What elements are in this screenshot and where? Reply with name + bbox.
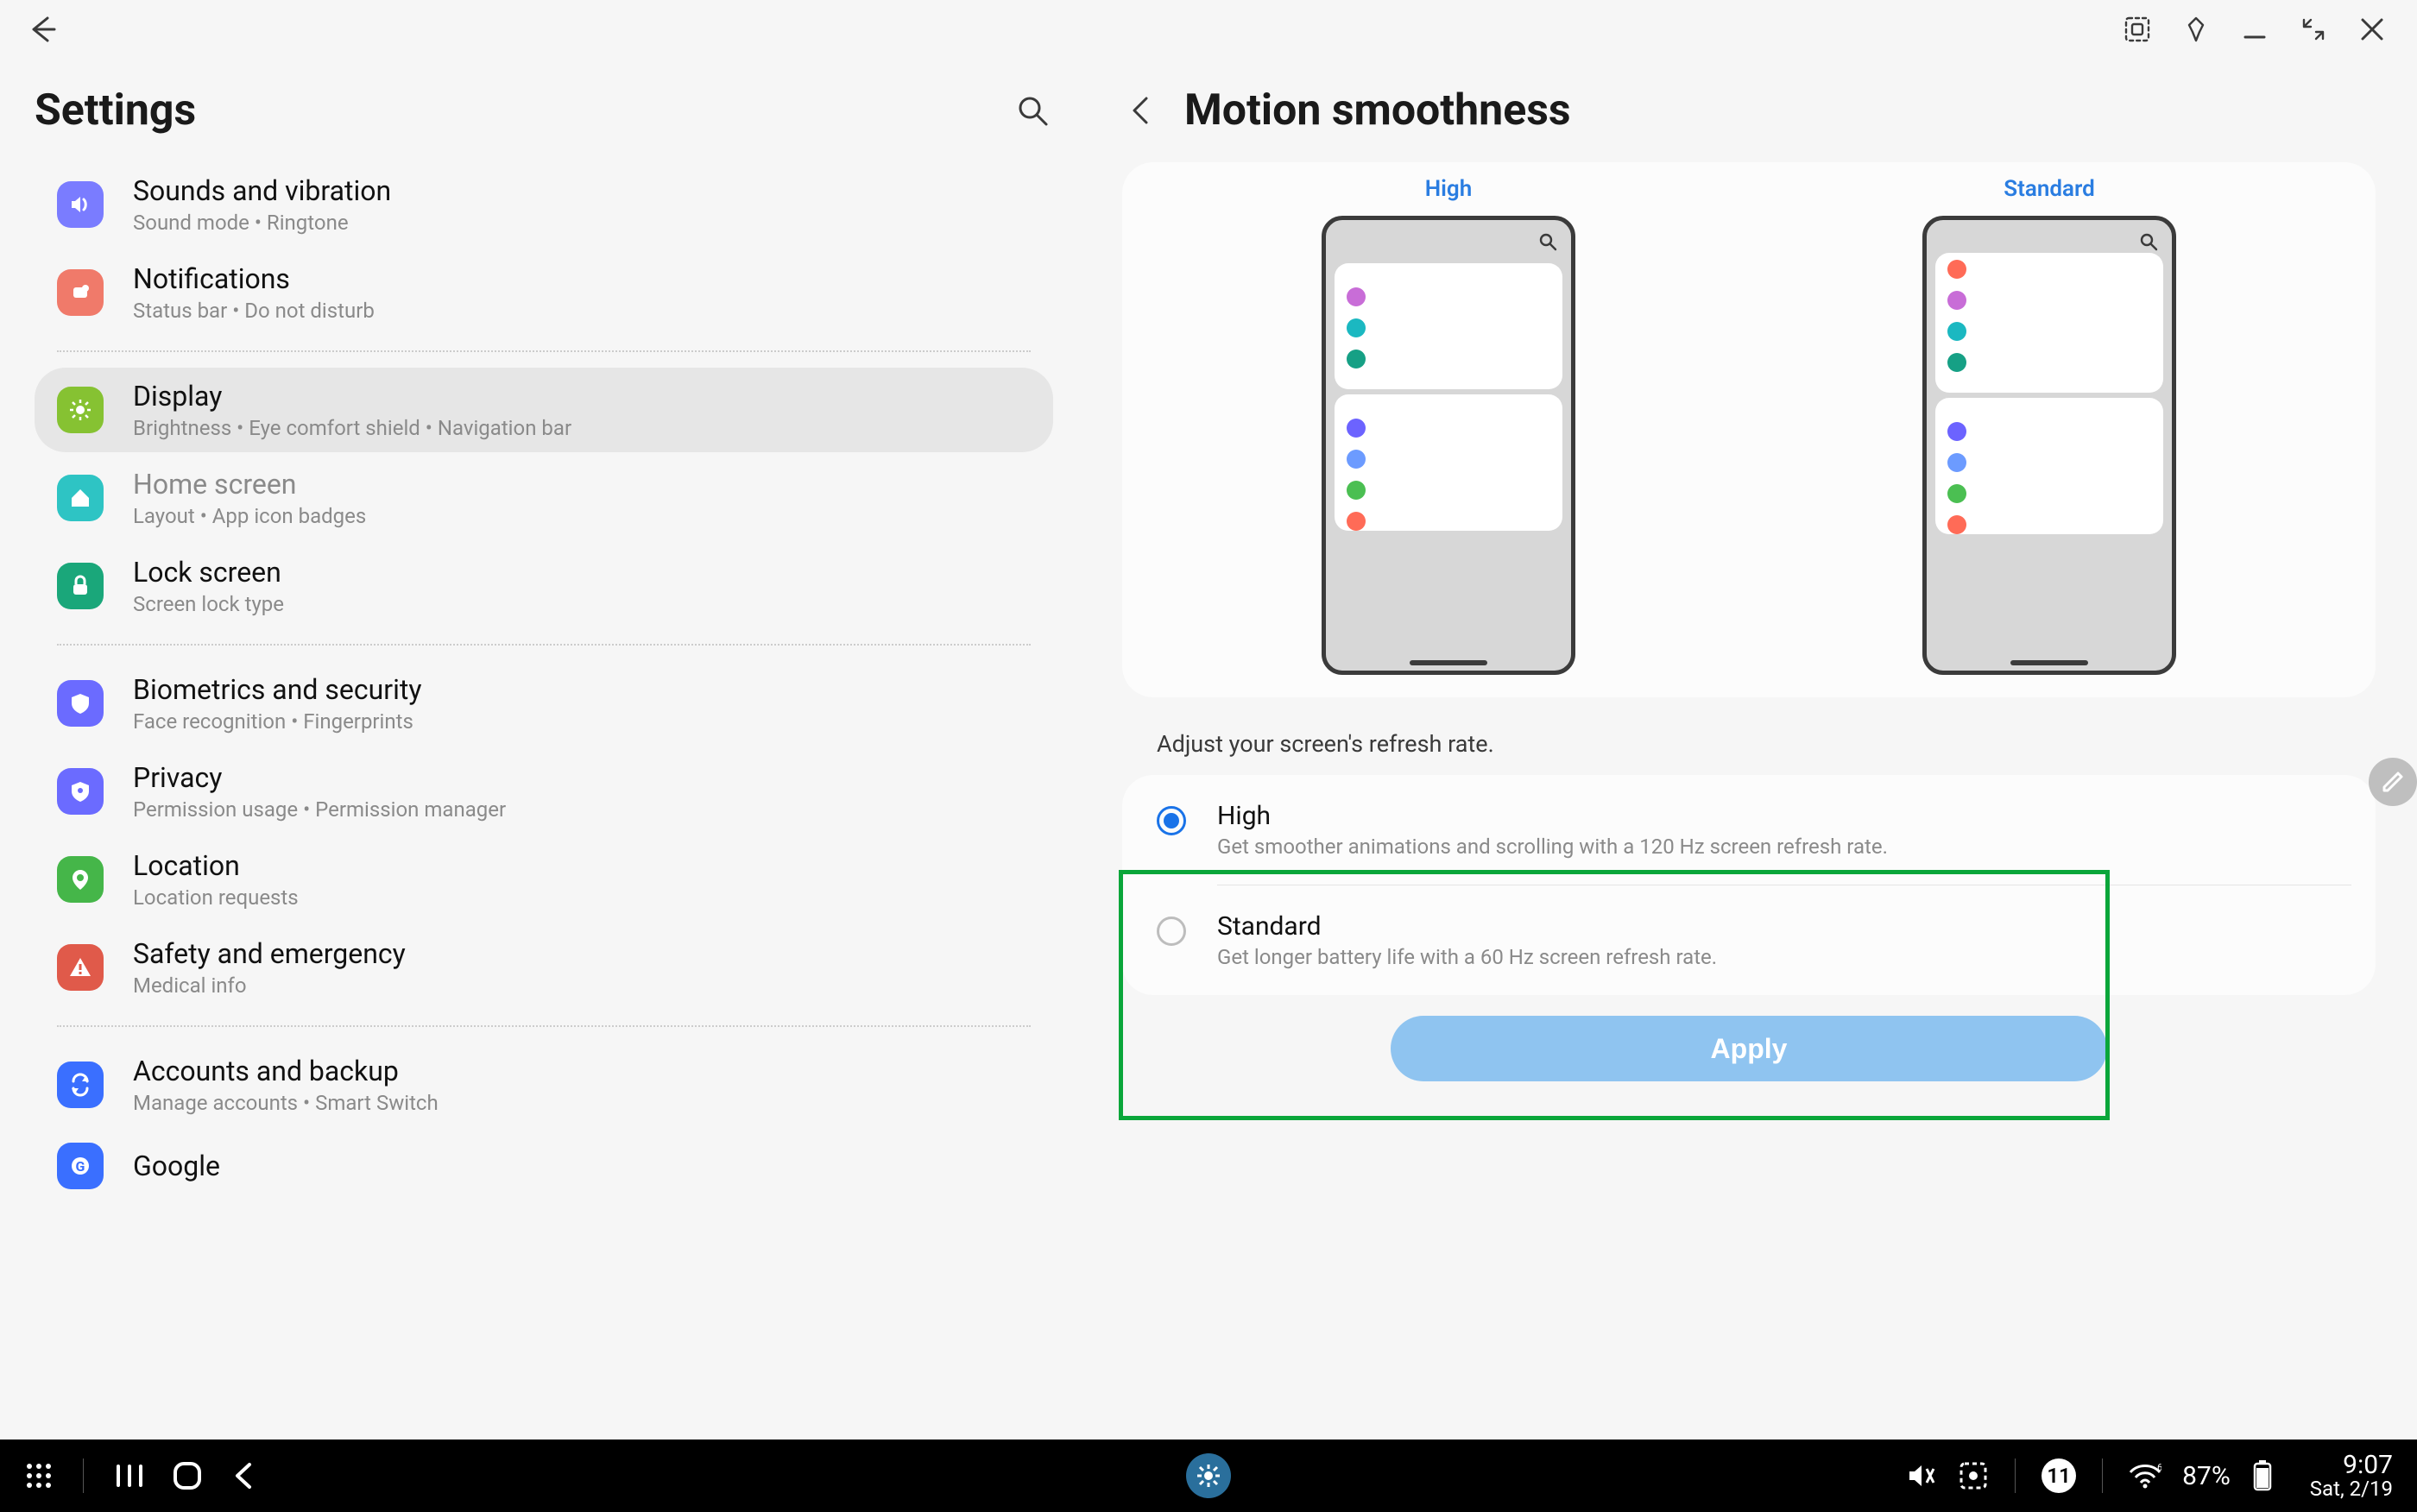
sidebar-item-biometrics[interactable]: Biometrics and security Face recognition … <box>35 661 1053 746</box>
radio-standard[interactable] <box>1157 917 1186 946</box>
notification-badge[interactable]: 11 <box>2042 1458 2076 1493</box>
pin-icon <box>57 856 104 903</box>
edit-fab[interactable] <box>2369 758 2417 806</box>
sidebar-item-title: Google <box>133 1150 220 1182</box>
shield-icon <box>57 680 104 727</box>
sidebar-item-notifications[interactable]: Notifications Status bar • Do not disturb <box>35 250 1053 335</box>
sidebar-item-subtitle: Brightness • Eye comfort shield • Naviga… <box>133 416 571 440</box>
sidebar-item-subtitle: Screen lock type <box>133 592 284 616</box>
sidebar-item-title: Safety and emergency <box>133 937 406 970</box>
speaker-icon <box>57 181 104 228</box>
sidebar-item-subtitle: Medical info <box>133 973 406 998</box>
settings-chip[interactable] <box>1186 1453 1231 1498</box>
sidebar-item-sounds[interactable]: Sounds and vibration Sound mode • Rington… <box>35 162 1053 247</box>
home-icon <box>57 475 104 521</box>
settings-sidebar: Settings Sounds and vibration Sound mode … <box>0 59 1088 1440</box>
apps-grid-icon[interactable] <box>24 1461 54 1490</box>
clock-date: Sat, 2/19 <box>2310 1478 2393 1500</box>
home-button[interactable] <box>170 1458 205 1493</box>
preview-standard-label: Standard <box>2004 176 2094 202</box>
svg-text:G: G <box>76 1158 85 1175</box>
option-desc: Get smoother animations and scrolling wi… <box>1217 835 2341 859</box>
sidebar-item-title: Display <box>133 380 571 413</box>
google-icon: G <box>57 1143 104 1189</box>
sun-icon <box>57 387 104 433</box>
sidebar-item-title: Sounds and vibration <box>133 174 391 207</box>
sidebar-item-subtitle: Face recognition • Fingerprints <box>133 709 421 734</box>
sidebar-item-subtitle: Location requests <box>133 885 299 910</box>
sidebar-item-subtitle: Status bar • Do not disturb <box>133 299 375 323</box>
preview-high-label: High <box>1425 176 1472 202</box>
sidebar-item-subtitle: Sound mode • Ringtone <box>133 211 391 235</box>
battery-icon <box>2251 1458 2274 1493</box>
screenshot-icon[interactable] <box>2117 9 2158 50</box>
sidebar-item-title: Biometrics and security <box>133 673 421 706</box>
options-card: High Get smoother animations and scrollin… <box>1122 775 2376 995</box>
option-title: High <box>1217 801 2341 831</box>
svg-text:6: 6 <box>2157 1462 2161 1473</box>
menu-divider <box>57 350 1031 352</box>
preview-standard[interactable]: Standard <box>1922 176 2176 675</box>
alert-icon <box>57 944 104 991</box>
screen-record-icon[interactable] <box>1958 1460 1989 1491</box>
detail-back-button[interactable] <box>1122 91 1160 129</box>
sidebar-item-title: Privacy <box>133 761 506 794</box>
preview-high[interactable]: High <box>1322 176 1575 675</box>
menu-divider <box>57 1025 1031 1027</box>
privacy-icon <box>57 768 104 815</box>
sidebar-item-subtitle: Layout • App icon badges <box>133 504 366 528</box>
apply-button[interactable]: Apply <box>1391 1016 2107 1081</box>
sidebar-item-title: Accounts and backup <box>133 1055 439 1087</box>
settings-title: Settings <box>35 85 196 135</box>
sidebar-item-home[interactable]: Home screen Layout • App icon badges <box>35 456 1053 540</box>
minimize-icon[interactable] <box>2234 9 2275 50</box>
back-button[interactable] <box>229 1461 258 1490</box>
option-desc: Get longer battery life with a 60 Hz scr… <box>1217 945 2341 969</box>
window-titlebar <box>0 0 2417 59</box>
detail-pane: Motion smoothness High Standard <box>1088 59 2417 1440</box>
option-standard[interactable]: Standard Get longer battery life with a 6… <box>1122 885 2376 995</box>
preview-card: High Standard <box>1122 162 2376 697</box>
sync-icon <box>57 1062 104 1108</box>
sidebar-item-subtitle: Permission usage • Permission manager <box>133 797 506 822</box>
sidebar-item-subtitle: Manage accounts • Smart Switch <box>133 1091 439 1115</box>
close-icon[interactable] <box>2351 9 2393 50</box>
sidebar-item-safety[interactable]: Safety and emergency Medical info <box>35 925 1053 1010</box>
sidebar-item-accounts[interactable]: Accounts and backup Manage accounts • Sma… <box>35 1043 1053 1127</box>
mute-icon[interactable] <box>1906 1460 1937 1491</box>
restore-icon[interactable] <box>2293 9 2334 50</box>
battery-percent: 87% <box>2182 1461 2231 1491</box>
titlebar-back-button[interactable] <box>24 10 62 48</box>
option-title: Standard <box>1217 911 2341 942</box>
menu-divider <box>57 644 1031 646</box>
bell-icon <box>57 269 104 316</box>
detail-title: Motion smoothness <box>1184 85 1571 135</box>
recents-button[interactable] <box>113 1461 146 1490</box>
sidebar-item-location[interactable]: Location Location requests <box>35 837 1053 922</box>
sidebar-item-title: Lock screen <box>133 556 284 589</box>
sidebar-item-title: Location <box>133 849 299 882</box>
phone-mock-standard <box>1922 216 2176 675</box>
sidebar-item-google[interactable]: G Google <box>35 1131 1053 1201</box>
pin-icon[interactable] <box>2175 9 2217 50</box>
advice-text: Adjust your screen's refresh rate. <box>1157 730 2365 758</box>
phone-mock-high <box>1322 216 1575 675</box>
sidebar-item-privacy[interactable]: Privacy Permission usage • Permission man… <box>35 749 1053 834</box>
lock-icon <box>57 563 104 609</box>
system-navbar: 11 6 87% 9:07 Sat, 2/19 <box>0 1440 2417 1512</box>
search-button[interactable] <box>1012 90 1053 131</box>
sidebar-item-title: Notifications <box>133 262 375 295</box>
option-high[interactable]: High Get smoother animations and scrollin… <box>1122 775 2376 885</box>
sidebar-item-display[interactable]: Display Brightness • Eye comfort shield •… <box>35 368 1053 452</box>
clock-time: 9:07 <box>2343 1452 2393 1479</box>
radio-high[interactable] <box>1157 806 1186 835</box>
sidebar-item-lock[interactable]: Lock screen Screen lock type <box>35 544 1053 628</box>
sidebar-item-title: Home screen <box>133 468 366 501</box>
wifi-icon: 6 <box>2129 1462 2161 1490</box>
